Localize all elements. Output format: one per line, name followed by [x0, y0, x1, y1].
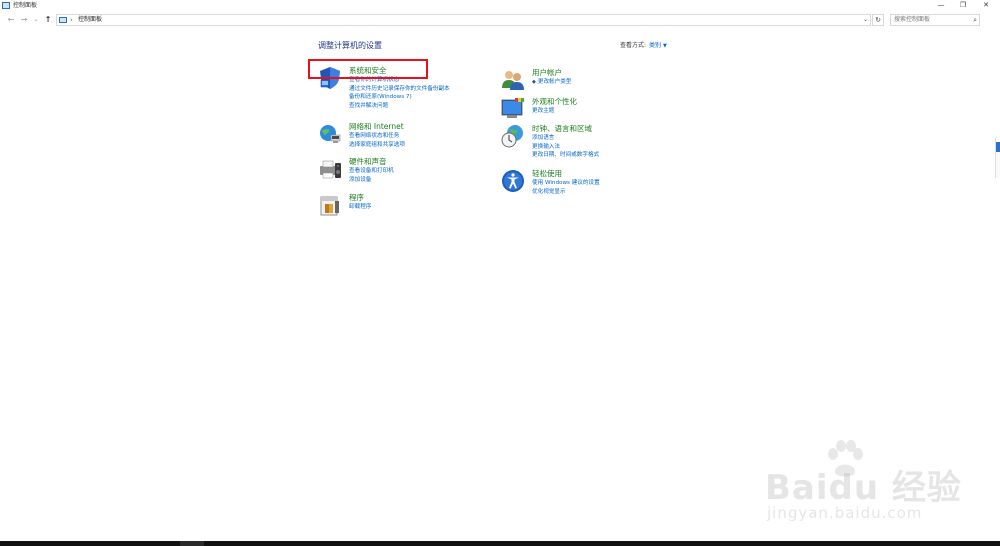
programs-icon[interactable]: [318, 193, 342, 217]
category-hardware-sound: 硬件和声音 查看设备和打印机 添加设备: [318, 157, 488, 187]
category-link[interactable]: 更改主题: [532, 107, 554, 116]
category-link[interactable]: 使用 Windows 建议的设置: [532, 179, 600, 188]
category-programs: 程序 卸载程序: [318, 193, 488, 219]
category-title[interactable]: 轻松使用: [532, 169, 562, 179]
category-link[interactable]: 查看设备和打印机: [349, 167, 394, 176]
recent-locations-icon[interactable]: ⌄: [31, 15, 41, 25]
address-bar[interactable]: › 控制面板 ⌄: [56, 14, 871, 26]
category-clock-language-region: 时钟、语言和区域 添加语言 更换输入法 更改日期、时间或数字格式: [501, 124, 671, 164]
category-link[interactable]: 更换输入法: [532, 143, 599, 152]
side-scroll-tab[interactable]: [995, 138, 1000, 178]
category-link[interactable]: 查看网络状态和任务: [349, 132, 405, 141]
category-title[interactable]: 外观和个性化: [532, 97, 577, 107]
view-by-label: 查看方式:: [620, 42, 647, 49]
window-title: 控制面板: [13, 2, 38, 9]
category-title[interactable]: 网络和 Internet: [349, 122, 404, 132]
category-link[interactable]: 优化视觉显示: [532, 188, 600, 197]
highlight-box: [308, 59, 428, 79]
category-ease-of-access: 轻松使用 使用 Windows 建议的设置 优化视觉显示: [501, 169, 671, 199]
category-appearance: 外观和个性化 更改主题: [501, 97, 671, 123]
category-link[interactable]: 通过文件历史记录保存你的文件备份副本: [349, 85, 450, 94]
maximize-button[interactable]: ❐: [958, 1, 968, 10]
navigation-bar: ← → ⌄ ↑ › 控制面板 ⌄ ↻ 搜索控制面板 ⌕: [0, 13, 1000, 27]
view-by-dropdown[interactable]: 类别: [649, 42, 661, 49]
scroll-marker: [996, 142, 1000, 152]
category-title[interactable]: 用户帐户: [532, 68, 562, 78]
category-link[interactable]: 添加语言: [532, 134, 599, 143]
view-by-caret-icon[interactable]: ▼: [663, 43, 667, 49]
view-by-control: 查看方式: 类别 ▼: [620, 41, 667, 51]
control-panel-app-icon: [2, 2, 10, 9]
taskbar: [0, 541, 1000, 546]
globe-network-icon[interactable]: [318, 122, 342, 146]
close-button[interactable]: ✕: [981, 1, 991, 10]
refresh-icon[interactable]: ↻: [872, 14, 884, 26]
category-user-accounts: 用户帐户 更改帐户类型: [501, 68, 671, 94]
minimize-button[interactable]: —: [936, 1, 946, 10]
watermark-brand-suffix: du 经验: [828, 468, 962, 508]
search-input[interactable]: 搜索控制面板 ⌕: [890, 14, 980, 26]
category-network-internet: 网络和 Internet 查看网络状态和任务 选择家庭组和共享选项: [318, 122, 488, 152]
category-link[interactable]: 更改帐户类型: [532, 78, 572, 87]
control-panel-window: 控制面板 — ❐ ✕ ← → ⌄ ↑ › 控制面板 ⌄ ↻ 搜索控制面板 ⌕ 调…: [0, 0, 1000, 546]
category-title[interactable]: 程序: [349, 193, 364, 203]
taskbar-item[interactable]: [180, 541, 204, 546]
back-arrow-icon[interactable]: ←: [6, 15, 16, 25]
display-personalize-icon[interactable]: [501, 97, 525, 121]
search-icon[interactable]: ⌕: [973, 15, 977, 25]
search-placeholder: 搜索控制面板: [894, 16, 931, 23]
baidu-watermark: Baidu 经验 jingyan.baidu.com: [765, 440, 965, 530]
category-link[interactable]: 查找并解决问题: [349, 102, 450, 111]
category-link[interactable]: 选择家庭组和共享选项: [349, 141, 405, 150]
category-title[interactable]: 时钟、语言和区域: [532, 124, 592, 134]
category-link[interactable]: 更改日期、时间或数字格式: [532, 151, 599, 160]
title-bar: 控制面板 — ❐ ✕: [0, 0, 1000, 12]
forward-arrow-icon[interactable]: →: [19, 15, 29, 25]
clock-globe-icon[interactable]: [501, 124, 525, 148]
ease-of-access-icon[interactable]: [501, 169, 525, 193]
printer-speaker-icon[interactable]: [318, 157, 342, 181]
up-arrow-icon[interactable]: ↑: [43, 15, 53, 25]
category-link[interactable]: 卸载程序: [349, 203, 371, 212]
breadcrumb-control-panel[interactable]: 控制面板: [78, 15, 102, 25]
category-link[interactable]: 备份和还原(Windows 7): [349, 93, 450, 102]
breadcrumb-separator-icon[interactable]: ›: [70, 15, 73, 25]
watermark-url: jingyan.baidu.com: [767, 504, 923, 522]
control-panel-icon: [59, 17, 67, 23]
watermark-brand: Bai: [765, 468, 829, 508]
page-title: 调整计算机的设置: [318, 41, 382, 50]
users-icon[interactable]: [501, 68, 525, 92]
category-link[interactable]: 添加设备: [349, 176, 394, 185]
address-dropdown-icon[interactable]: ⌄: [863, 15, 868, 25]
category-title[interactable]: 硬件和声音: [349, 157, 387, 167]
